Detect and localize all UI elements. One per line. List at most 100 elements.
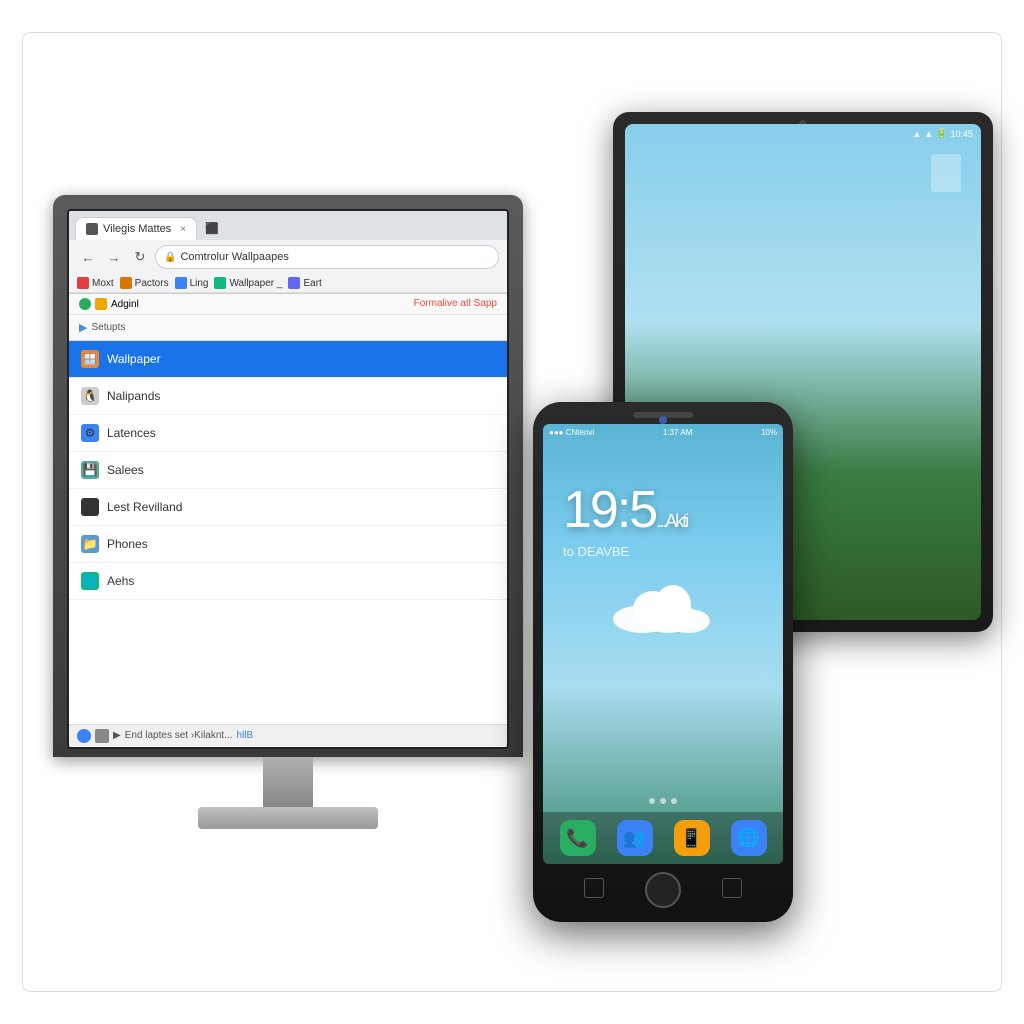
bookmark-ling[interactable]: Ling [175,277,209,289]
back-button[interactable]: ← [77,246,99,268]
dock-phone-icon[interactable]: 📞 [560,820,596,856]
tablet-wifi-icon: ▲ [912,129,921,139]
menu-item-aehs[interactable]: 🌐 Aehs [69,563,507,600]
bookmark-label-moxt: Moxt [92,278,114,289]
bookmark-label-wallpaper: Wallpaper _ [229,278,282,289]
phone-big-time: 19:5...Akti [563,484,687,536]
phone-carrier: ●●● CNtenvi [549,428,594,437]
phone-time-suffix: ...Akti [656,511,687,531]
user-item[interactable]: Adginl [79,298,139,310]
sidebar-header-label: Setupts [91,322,125,333]
phone-screen: ●●● CNtenvi 1:37 AM 10% 19:5...Akti to D… [543,424,783,864]
devices-section: ▲ ▲ 🔋 10:45 ●●● CNtenvi 1:37 AM 10% [533,82,993,942]
bookmark-label-eart: Eart [303,278,321,289]
tab-favicon [86,223,98,235]
bookmark-label-ling: Ling [190,278,209,289]
bookmark-icon-moxt [77,277,89,289]
menu-label-wallpaper: Wallpaper [107,352,161,366]
dock-app-icon[interactable]: 📱 [674,820,710,856]
tablet-file-icon [931,154,961,192]
menu-item-salees[interactable]: 💾 Salees [69,452,507,489]
phone-device: ●●● CNtenvi 1:37 AM 10% 19:5...Akti to D… [533,402,793,922]
browser-chrome: Vilegis Mattes × ⬛ ← → ↻ 🔒 Comtrolur Wal… [69,211,507,294]
phone-back-button[interactable] [584,878,604,898]
user-label: Adginl [111,299,139,310]
statusbar-play-icon [77,729,91,743]
phone-camera [659,416,667,424]
page-dot-3 [671,798,677,804]
phone-big-time-value: 19:5 [563,481,656,539]
menu-item-lest-revilland[interactable]: 🖥 Lest Revilland [69,489,507,526]
browser-sidebar: Adginl Formalive atl Sapp ▶ Setupts 🪟 [69,294,507,724]
bookmark-icon-pactors [120,277,132,289]
address-text: Comtrolur Wallpaapes [180,251,288,263]
dock-contacts-icon[interactable]: 👥 [617,820,653,856]
wallpaper-icon: 🪟 [81,350,99,368]
monitor-bezel: Vilegis Mattes × ⬛ ← → ↻ 🔒 Comtrolur Wal… [53,195,523,757]
top-right-text: Formalive atl Sapp [414,298,497,310]
content-top-bar: Adginl Formalive atl Sapp [69,294,507,315]
bookmark-label-pactors: Pactors [135,278,169,289]
main-scene: Vilegis Mattes × ⬛ ← → ↻ 🔒 Comtrolur Wal… [22,32,1002,992]
phone-date-line: to DEAVBE [563,544,629,559]
phone-cloud-illustration [608,579,718,634]
tablet-battery-icon: 🔋 [936,128,947,139]
phone-battery: 10% [761,428,777,437]
tablet-signal-icon: ▲ [924,129,933,139]
menu-label-phones: Phones [107,537,148,551]
play-icon: ▶ [113,730,121,741]
phones-icon: 📁 [81,535,99,553]
dock-browser-icon[interactable]: 🌐 [731,820,767,856]
bookmark-eart[interactable]: Eart [288,277,321,289]
browser-nav-bar: ← → ↻ 🔒 Comtrolur Wallpaapes [69,240,507,274]
statusbar-text: End laptes set ›Kilaknt... [125,730,233,741]
browser-tabs-bar: Vilegis Mattes × ⬛ [69,211,507,240]
nalipands-icon: 🐧 [81,387,99,405]
active-tab[interactable]: Vilegis Mattes × [75,217,197,240]
sidebar-section-header: ▶ Setupts [69,315,507,341]
tablet-time: 10:45 [950,129,973,139]
monitor-neck [263,757,313,807]
user-dot-icon [79,298,91,310]
menu-label-aehs: Aehs [107,574,134,588]
bookmark-icon-eart [288,277,300,289]
monitor-screen: Vilegis Mattes × ⬛ ← → ↻ 🔒 Comtrolur Wal… [67,209,509,749]
menu-item-nalipands[interactable]: 🐧 Nalipands [69,378,507,415]
phone-page-dots [649,798,677,804]
bookmark-icon-wallpaper [214,277,226,289]
browser-statusbar: ▶ End laptes set ›Kilaknt... hllB [69,724,507,746]
phone-home-button[interactable] [645,872,681,908]
bookmark-pactors[interactable]: Pactors [120,277,169,289]
forward-button[interactable]: → [103,246,125,268]
phone-status-bar: ●●● CNtenvi 1:37 AM 10% [543,424,783,441]
bookmark-icon-ling [175,277,187,289]
menu-item-wallpaper[interactable]: 🪟 Wallpaper [69,341,507,378]
bookmark-moxt[interactable]: Moxt [77,277,114,289]
bookmarks-bar: Moxt Pactors Ling Wallpaper _ [69,274,507,293]
page-dot-2 [660,798,666,804]
menu-label-lest-revilland: Lest Revilland [107,500,182,514]
phone-menu-button[interactable] [722,878,742,898]
phone-time-status: 1:37 AM [663,428,692,437]
inactive-tab[interactable]: ⬛ [197,217,227,240]
menu-label-salees: Salees [107,463,144,477]
bookmark-wallpaper[interactable]: Wallpaper _ [214,277,282,289]
aehs-icon: 🌐 [81,572,99,590]
refresh-button[interactable]: ↻ [129,246,151,268]
phone-bottom-bar [543,864,783,912]
monitor-base [198,807,378,829]
statusbar-link[interactable]: hllB [237,730,254,741]
menu-item-phones[interactable]: 📁 Phones [69,526,507,563]
phone-dock: 📞 👥 📱 🌐 [543,812,783,864]
monitor: Vilegis Mattes × ⬛ ← → ↻ 🔒 Comtrolur Wal… [43,195,533,829]
menu-item-latences[interactable]: ⚙ Latences [69,415,507,452]
tab-close-button[interactable]: × [180,224,186,235]
browser-content: Adginl Formalive atl Sapp ▶ Setupts 🪟 [69,294,507,724]
address-bar[interactable]: 🔒 Comtrolur Wallpaapes [155,245,499,269]
latences-icon: ⚙ [81,424,99,442]
salees-icon: 💾 [81,461,99,479]
lest-icon: 🖥 [81,498,99,516]
lock-icon: 🔒 [164,252,176,263]
menu-label-latences: Latences [107,426,156,440]
menu-label-nalipands: Nalipands [107,389,160,403]
